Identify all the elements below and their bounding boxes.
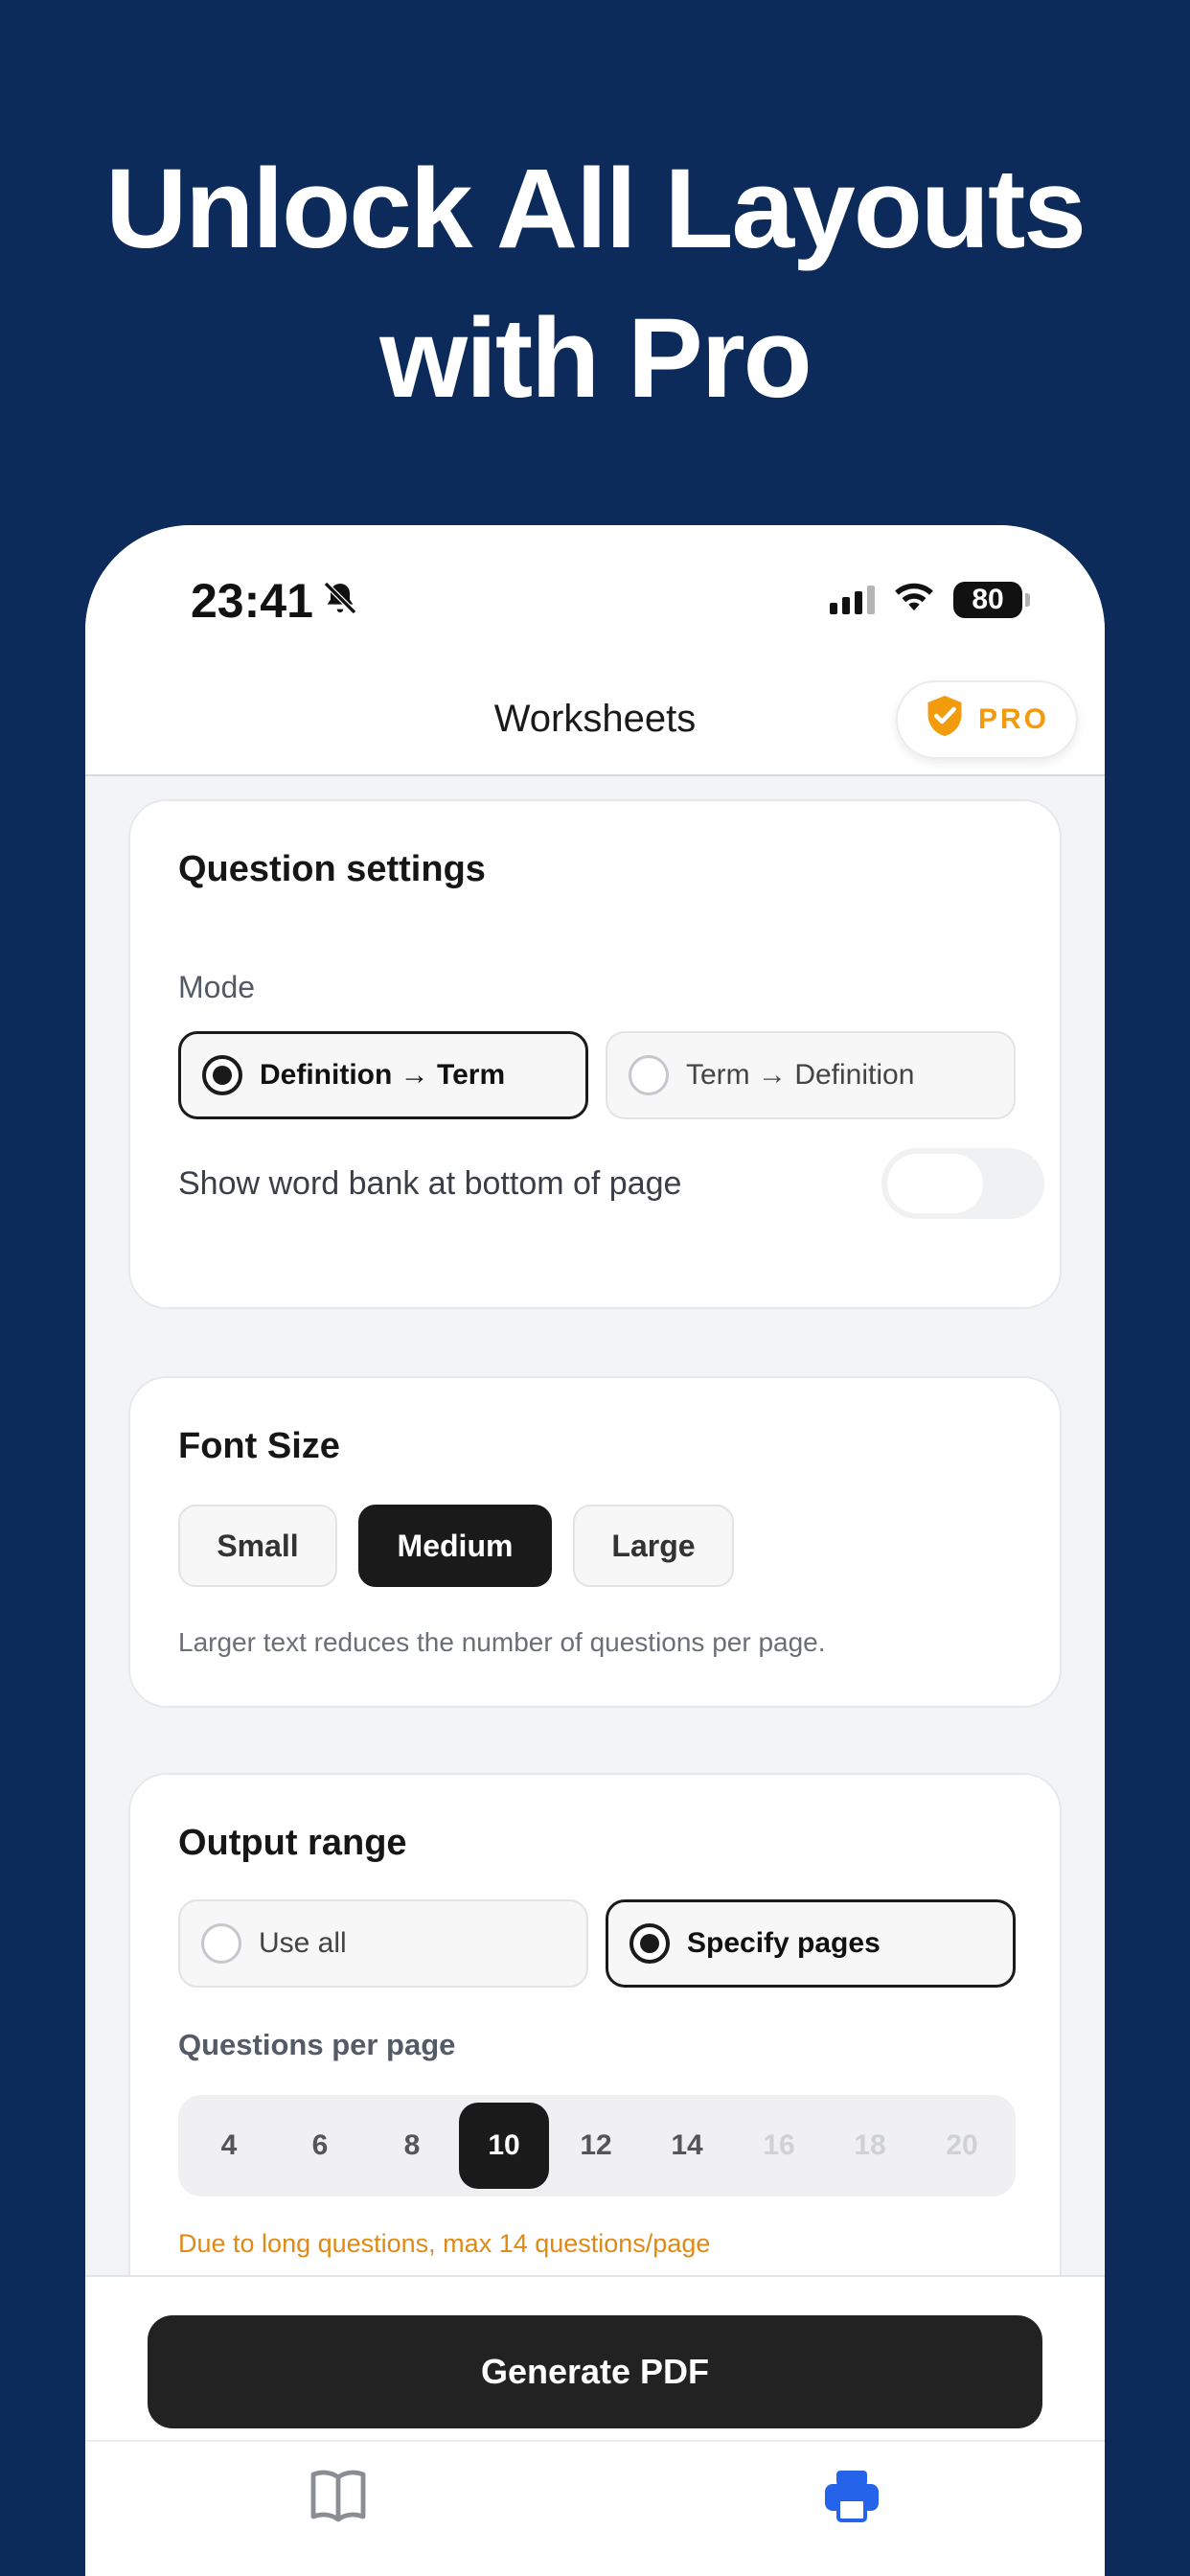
radio-icon [201,1923,241,1964]
qpp-option-18: 18 [854,2129,886,2161]
font-size-medium-button[interactable]: Medium [358,1505,552,1587]
output-option-label: Specify pages [687,1927,881,1959]
output-range-card: Output range Use all Specify pages Quest… [128,1773,1062,2310]
question-settings-title: Question settings [178,849,486,889]
word-bank-toggle[interactable] [881,1148,1044,1219]
questions-per-page-label: Questions per page [178,2028,456,2061]
hero-line-2: with Pro [379,295,812,422]
font-size-title: Font Size [178,1426,340,1466]
battery-icon: 80 [953,581,1030,618]
book-icon[interactable] [308,2467,369,2529]
hero-line-1: Unlock All Layouts [105,146,1087,272]
qpp-option-20: 20 [946,2129,978,2161]
qpp-option-10[interactable]: 10 [459,2103,549,2189]
status-right: 80 [830,581,1030,618]
mode-option-label: Definition → Term [260,1059,506,1091]
qpp-option-6[interactable]: 6 [275,2103,365,2189]
font-size-hint: Larger text reduces the number of questi… [178,1627,826,1657]
output-option-label: Use all [259,1927,347,1959]
nav-bar: Worksheets PRO [85,669,1105,776]
hero-headline: Unlock All Layouts with Pro [0,134,1190,433]
qpp-option-4[interactable]: 4 [184,2103,274,2189]
qpp-warning: Due to long questions, max 14 questions/… [178,2229,711,2258]
status-bar: 23:41 80 [85,525,1105,669]
qpp-option-8[interactable]: 8 [367,2103,457,2189]
output-specify-pages-option[interactable]: Specify pages [606,1899,1016,1988]
font-size-small-button[interactable]: Small [178,1505,337,1587]
mode-option-definition-term[interactable]: Definition → Term [178,1031,588,1119]
question-settings-card: Question settings Mode Definition → Term… [128,799,1062,1309]
shield-check-icon [925,694,965,746]
mode-option-term-definition[interactable]: Term → Definition [606,1031,1016,1119]
pro-button[interactable]: PRO [896,680,1078,759]
word-bank-label: Show word bank at bottom of page [178,1165,682,1202]
radio-icon [629,1923,670,1964]
radio-icon [202,1055,242,1095]
pro-label: PRO [977,703,1049,735]
radio-icon [629,1055,669,1095]
bell-slash-icon [321,573,359,629]
font-size-large-button[interactable]: Large [573,1505,734,1587]
output-use-all-option[interactable]: Use all [178,1899,588,1988]
tab-bar [85,2440,1105,2576]
generate-pdf-button[interactable]: Generate PDF [148,2315,1042,2428]
printer-icon[interactable] [821,2467,882,2529]
phone-screen: 23:41 80 Worksheets PRO Question setting… [85,525,1105,2576]
mode-option-label: Term → Definition [686,1059,915,1091]
status-time-text: 23:41 [191,574,313,628]
battery-level: 80 [972,583,1004,615]
mode-label: Mode [178,970,256,1004]
qpp-option-16: 16 [763,2129,795,2161]
qpp-option-14[interactable]: 14 [642,2103,732,2189]
font-size-card: Font Size Small Medium Large Larger text… [128,1376,1062,1708]
output-range-title: Output range [178,1823,407,1863]
qpp-option-12[interactable]: 12 [551,2103,641,2189]
wifi-icon [892,581,936,618]
status-time: 23:41 [191,573,359,629]
signal-icon [830,585,875,614]
questions-per-page-selector: 4 6 8 10 12 14 16 18 20 [178,2095,1016,2196]
